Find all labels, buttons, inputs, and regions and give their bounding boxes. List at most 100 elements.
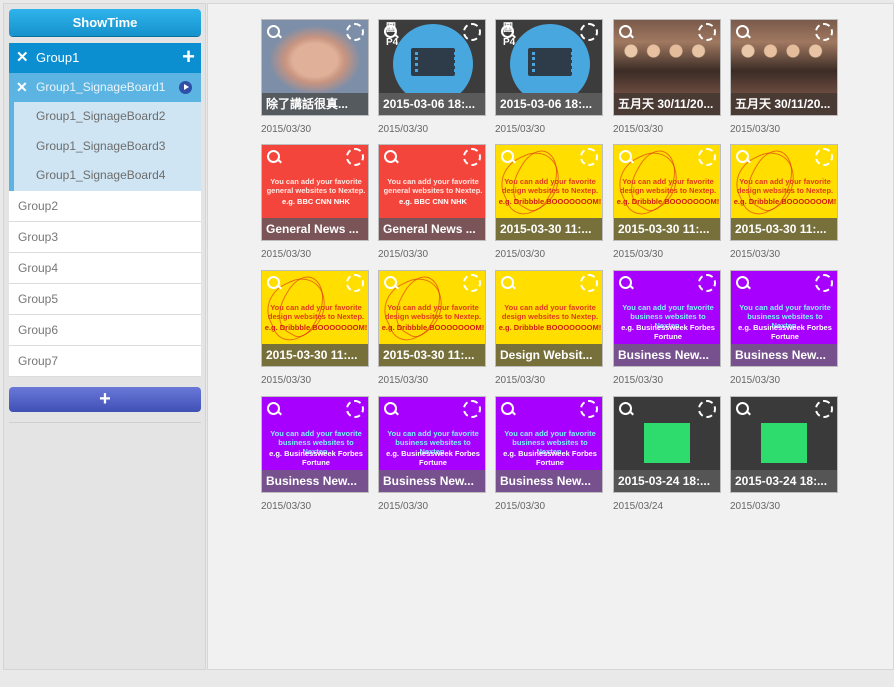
zoom-icon[interactable] (735, 275, 751, 291)
media-tile[interactable]: 圖P4 2015-03-06 18:... (378, 19, 486, 116)
media-tile[interactable]: 除了講話很真... (261, 19, 369, 116)
tile-date: 2015/03/30 (378, 501, 429, 512)
thumbnail-examples: e.g. BBC CNN NHK (399, 197, 467, 206)
board-item[interactable]: Group1_SignageBoard3 (9, 131, 201, 161)
select-circle-icon[interactable] (463, 148, 481, 166)
group-item[interactable]: Group7 (9, 345, 201, 377)
media-tile[interactable]: You can add your favorite business websi… (495, 396, 603, 493)
zoom-icon[interactable] (500, 401, 516, 417)
badge-text: 圖P4 (386, 23, 399, 48)
tile-date: 2015/03/30 (730, 375, 781, 386)
add-board-icon[interactable]: + (182, 42, 195, 72)
media-grid: 除了講話很真... 2015/03/30 圖P4 2015-03-06 18:... 2… (207, 3, 894, 670)
media-tile[interactable]: You can add your favorite design website… (495, 144, 603, 241)
zoom-icon[interactable] (266, 401, 282, 417)
zoom-icon[interactable]: 圖P4 (500, 23, 516, 48)
select-circle-icon[interactable] (580, 400, 598, 418)
thumbnail-examples: e.g. Dribbble BOOOOOOOM! (733, 197, 837, 206)
select-circle-icon[interactable] (463, 23, 481, 41)
select-circle-icon[interactable] (698, 400, 716, 418)
showtime-button[interactable]: ShowTime (9, 9, 201, 36)
board-item[interactable]: Group1_SignageBoard4 (9, 161, 201, 191)
thumbnail-examples: e.g. Dribbble BOOOOOOOM! (381, 323, 485, 332)
select-circle-icon[interactable] (346, 23, 364, 41)
zoom-icon[interactable]: 圖P4 (383, 23, 399, 48)
media-tile[interactable]: You can add your favorite design website… (261, 270, 369, 367)
zoom-icon[interactable] (735, 149, 751, 165)
group-item-group1[interactable]: ✕ Group1 + (9, 43, 201, 73)
zoom-icon[interactable] (618, 275, 634, 291)
tile-date: 2015/03/30 (613, 249, 664, 260)
board-item-signageboard1[interactable]: ✕ Group1_SignageBoard1 (9, 73, 201, 102)
zoom-icon[interactable] (735, 24, 751, 40)
media-tile[interactable]: You can add your favorite general websit… (261, 144, 369, 241)
tile-caption: 2015-03-06 18:... (496, 93, 602, 115)
select-circle-icon[interactable] (815, 400, 833, 418)
group-item[interactable]: Group2 (9, 190, 201, 222)
tile-date: 2015/03/30 (495, 124, 546, 135)
select-circle-icon[interactable] (698, 23, 716, 41)
tile-caption: Business New... (262, 470, 368, 492)
thumbnail-examples: e.g. Dribbble BOOOOOOOM! (498, 323, 602, 332)
zoom-icon[interactable] (266, 24, 282, 40)
zoom-icon[interactable] (500, 149, 516, 165)
group-item[interactable]: Group6 (9, 314, 201, 346)
zoom-icon[interactable] (383, 275, 399, 291)
select-circle-icon[interactable] (463, 400, 481, 418)
thumbnail-examples: e.g. Businessweek Forbes Fortune (269, 449, 363, 467)
zoom-icon[interactable] (618, 149, 634, 165)
media-tile[interactable]: 圖P4 2015-03-06 18:... (495, 19, 603, 116)
media-tile[interactable]: You can add your favorite general websit… (378, 144, 486, 241)
media-tile[interactable]: You can add your favorite business websi… (613, 270, 721, 367)
media-tile[interactable]: You can add your favorite design website… (495, 270, 603, 367)
select-circle-icon[interactable] (698, 148, 716, 166)
zoom-icon[interactable] (383, 401, 399, 417)
select-circle-icon[interactable] (346, 274, 364, 292)
media-tile[interactable]: 五月天 30/11/20... (730, 19, 838, 116)
tile-date: 2015/03/30 (613, 124, 664, 135)
thumbnail-examples: e.g. Businessweek Forbes Fortune (621, 323, 715, 341)
zoom-icon[interactable] (266, 149, 282, 165)
media-tile[interactable]: You can add your favorite business websi… (261, 396, 369, 493)
media-tile[interactable]: You can add your favorite design website… (378, 270, 486, 367)
select-circle-icon[interactable] (580, 23, 598, 41)
badge-text: 圖P4 (503, 23, 516, 48)
zoom-icon[interactable] (266, 275, 282, 291)
media-tile[interactable]: 2015-03-24 18:... (613, 396, 721, 493)
tile-caption: 2015-03-24 18:... (731, 470, 837, 492)
select-circle-icon[interactable] (463, 274, 481, 292)
zoom-icon[interactable] (618, 24, 634, 40)
media-tile[interactable]: 五月天 30/11/20... (613, 19, 721, 116)
group-item[interactable]: Group5 (9, 283, 201, 315)
select-circle-icon[interactable] (815, 274, 833, 292)
board-label: Group1_SignageBoard1 (36, 80, 166, 94)
zoom-icon[interactable] (735, 401, 751, 417)
close-icon[interactable]: ✕ (16, 43, 29, 73)
media-tile[interactable]: You can add your favorite design website… (613, 144, 721, 241)
close-icon[interactable]: ✕ (16, 73, 28, 102)
media-tile[interactable]: You can add your favorite business websi… (730, 270, 838, 367)
zoom-icon[interactable] (500, 275, 516, 291)
play-icon[interactable] (179, 81, 192, 94)
thumbnail-message: You can add your favorite general websit… (266, 177, 366, 195)
media-tile[interactable]: You can add your favorite business websi… (378, 396, 486, 493)
board-item[interactable]: Group1_SignageBoard2 (9, 102, 201, 132)
media-tile[interactable]: 2015-03-24 18:... (730, 396, 838, 493)
group-item[interactable]: Group3 (9, 221, 201, 253)
group-item[interactable]: Group4 (9, 252, 201, 284)
select-circle-icon[interactable] (580, 274, 598, 292)
select-circle-icon[interactable] (815, 23, 833, 41)
zoom-icon[interactable] (383, 149, 399, 165)
media-tile[interactable]: You can add your favorite design website… (730, 144, 838, 241)
select-circle-icon[interactable] (815, 148, 833, 166)
tile-date: 2015/03/30 (261, 501, 312, 512)
select-circle-icon[interactable] (346, 148, 364, 166)
thumbnail-examples: e.g. Dribbble BOOOOOOOM! (264, 323, 368, 332)
select-circle-icon[interactable] (580, 148, 598, 166)
zoom-icon[interactable] (618, 401, 634, 417)
thumbnail-image (644, 423, 690, 463)
select-circle-icon[interactable] (346, 400, 364, 418)
tile-date: 2015/03/30 (495, 501, 546, 512)
add-group-button[interactable]: + (9, 387, 201, 412)
select-circle-icon[interactable] (698, 274, 716, 292)
